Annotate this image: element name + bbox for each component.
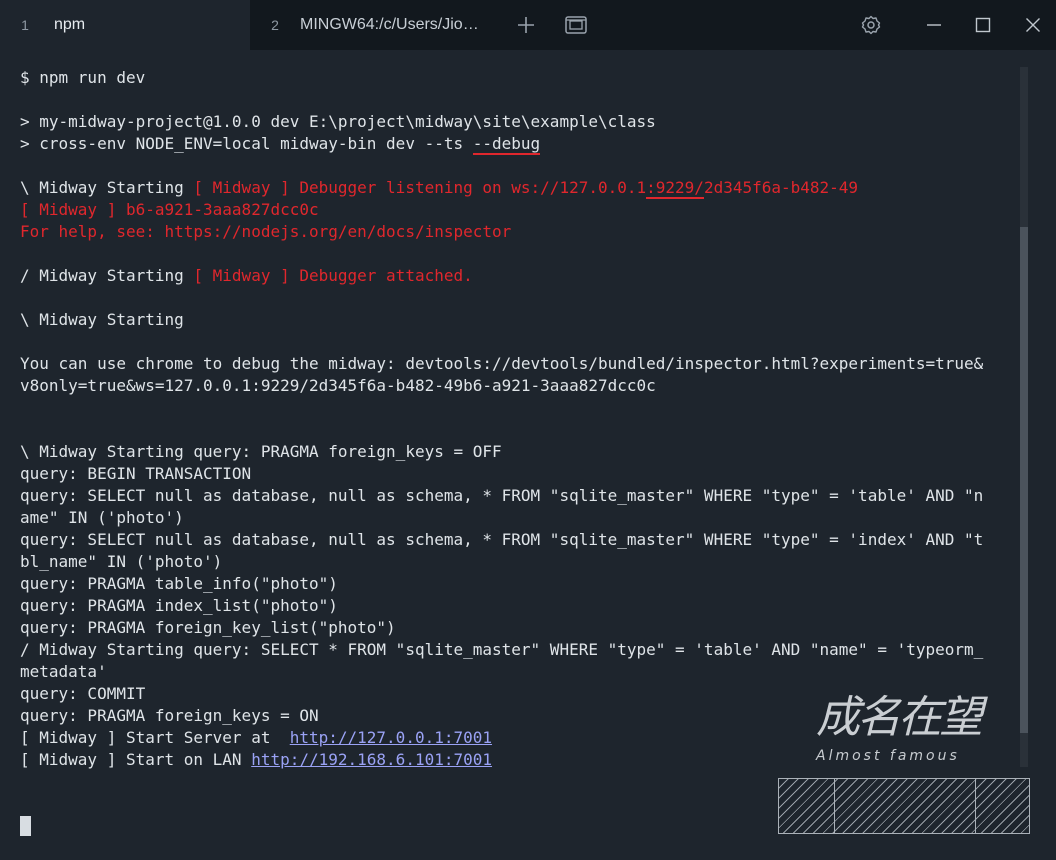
command-text: > cross-env NODE_ENV=local midway-bin de… bbox=[20, 134, 473, 153]
panel-divider bbox=[975, 779, 976, 833]
terminal-line: bl_name" IN ('photo') bbox=[20, 552, 223, 571]
gear-icon[interactable] bbox=[857, 11, 885, 39]
svg-text:Almost famous: Almost famous bbox=[815, 748, 960, 764]
terminal-line: \ Midway Starting bbox=[20, 310, 184, 329]
terminal-line: v8only=true&ws=127.0.0.1:9229/2d345f6a-b… bbox=[20, 376, 656, 395]
close-icon[interactable] bbox=[1019, 11, 1047, 39]
server-label: [ Midway ] Start Server at bbox=[20, 728, 290, 747]
terminal-line: You can use chrome to debug the midway: … bbox=[20, 354, 984, 373]
terminal-line: / Midway Starting [ Midway ] Debugger at… bbox=[20, 265, 1020, 287]
status-text: / Midway Starting bbox=[20, 266, 194, 285]
tab-label: npm bbox=[54, 16, 86, 33]
terminal-line: > cross-env NODE_ENV=local midway-bin de… bbox=[20, 133, 1020, 155]
terminal-line: [ Midway ] b6-a921-3aaa827dcc0c bbox=[20, 200, 319, 219]
debugger-port: :9229/ bbox=[646, 178, 704, 199]
hatched-panel bbox=[778, 778, 1030, 834]
watermark-logo: 成名在望 Almost famous bbox=[815, 692, 991, 764]
tab-number: 1 bbox=[21, 17, 29, 33]
tab-label: MINGW64:/c/Users/Jio… bbox=[300, 16, 479, 33]
debugger-id: 2d345f6a-b482-49 bbox=[703, 178, 859, 197]
terminal-output[interactable]: $ npm run dev > my-midway-project@1.0.0 … bbox=[20, 67, 1020, 771]
maximize-icon[interactable] bbox=[969, 11, 997, 39]
terminal-cursor bbox=[20, 816, 31, 836]
tab-number: 2 bbox=[271, 17, 279, 33]
status-text: \ Midway Starting bbox=[20, 178, 194, 197]
terminal-line: \ Midway Starting query: PRAGMA foreign_… bbox=[20, 442, 502, 461]
debugger-attached-message: [ Midway ] Debugger attached. bbox=[193, 266, 473, 285]
panes-icon[interactable] bbox=[562, 11, 590, 39]
lan-server-link[interactable]: http://192.168.6.101:7001 bbox=[251, 750, 492, 769]
terminal-line: query: PRAGMA foreign_key_list("photo") bbox=[20, 618, 396, 637]
debug-flag: --debug bbox=[472, 134, 541, 155]
terminal-line: / Midway Starting query: SELECT * FROM "… bbox=[20, 640, 984, 659]
tab-npm[interactable]: 1 npm bbox=[0, 0, 250, 50]
terminal-line: query: BEGIN TRANSACTION bbox=[20, 464, 252, 483]
panel-divider bbox=[834, 779, 835, 833]
debugger-message: [ Midway ] Debugger listening on ws://12… bbox=[193, 178, 647, 197]
plus-icon[interactable] bbox=[512, 11, 540, 39]
local-server-link[interactable]: http://127.0.0.1:7001 bbox=[290, 728, 492, 747]
server-label: [ Midway ] Start on LAN bbox=[20, 750, 252, 769]
scrollbar-thumb[interactable] bbox=[1020, 227, 1028, 733]
terminal-line: $ npm run dev bbox=[20, 68, 146, 87]
terminal-line: query: SELECT null as database, null as … bbox=[20, 486, 984, 505]
minimize-icon[interactable] bbox=[920, 11, 948, 39]
terminal-line: For help, see: https://nodejs.org/en/doc… bbox=[20, 222, 512, 241]
terminal-line: query: PRAGMA table_info("photo") bbox=[20, 574, 338, 593]
terminal-line: \ Midway Starting [ Midway ] Debugger li… bbox=[20, 177, 1020, 199]
title-bar: 1 npm 2 MINGW64:/c/Users/Jio… bbox=[0, 0, 1056, 50]
svg-text:成名在望: 成名在望 bbox=[816, 692, 988, 743]
terminal-line: query: SELECT null as database, null as … bbox=[20, 530, 984, 549]
terminal-line: query: PRAGMA index_list("photo") bbox=[20, 596, 338, 615]
terminal-line: > my-midway-project@1.0.0 dev E:\project… bbox=[20, 112, 656, 131]
terminal-line: ame" IN ('photo') bbox=[20, 508, 184, 527]
tab-mingw64[interactable]: 2 MINGW64:/c/Users/Jio… bbox=[250, 0, 500, 50]
